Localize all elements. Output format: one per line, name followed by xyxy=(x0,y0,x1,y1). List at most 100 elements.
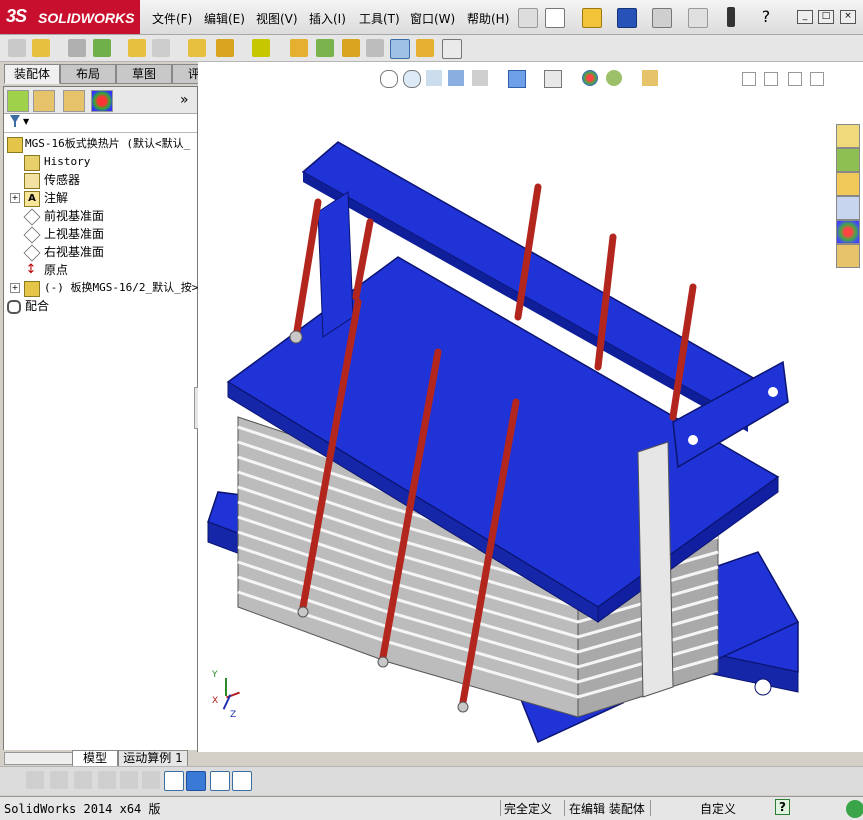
expand-toggle-icon[interactable]: + xyxy=(10,283,20,293)
menu-window[interactable]: 窗口(W) xyxy=(410,10,455,27)
title-menu-bar: 3S SOLIDWORKS 文件(F) 编辑(E) 视图(V) 插入(I) 工具… xyxy=(0,0,863,35)
two-view-horizontal-icon[interactable] xyxy=(210,771,230,791)
tab-assembly[interactable]: 装配体 xyxy=(4,64,60,84)
interference-detection-icon[interactable] xyxy=(390,39,410,59)
exploded-view-icon[interactable] xyxy=(342,39,360,57)
bill-of-materials-icon[interactable] xyxy=(316,39,334,57)
expand-toggle-icon[interactable]: + xyxy=(10,193,20,203)
design-library-icon[interactable] xyxy=(836,148,860,172)
menu-edit[interactable]: 编辑(E) xyxy=(204,10,245,27)
view-toolbar-icon-5[interactable] xyxy=(120,771,138,789)
view-toolbar-icon-4[interactable] xyxy=(98,771,116,789)
tree-item-history[interactable]: History xyxy=(4,153,197,171)
show-hidden-icon[interactable] xyxy=(188,39,206,57)
feature-manager-panel: » ▼ MGS-16板式换热片 (默认<默认_ History 传感器 + A … xyxy=(3,86,202,752)
view-palette-icon[interactable] xyxy=(836,196,860,220)
tree-item-label: 传感器 xyxy=(44,173,81,187)
status-separator xyxy=(500,800,501,816)
view-toolbar-icon-3[interactable] xyxy=(74,771,92,789)
tree-item-origin[interactable]: ↕ 原点 xyxy=(4,261,197,279)
new-motion-study-icon[interactable] xyxy=(290,39,308,57)
smart-fasteners-icon[interactable] xyxy=(128,39,146,57)
tree-item-front-plane[interactable]: 前视基准面 xyxy=(4,207,197,226)
save-icon[interactable] xyxy=(617,8,637,28)
instant3d-icon[interactable] xyxy=(442,39,462,59)
tree-item-top-plane[interactable]: 上视基准面 xyxy=(4,225,197,244)
explode-line-sketch-icon[interactable] xyxy=(366,39,384,57)
view-toolbar-icon-2[interactable] xyxy=(50,771,68,789)
menu-file[interactable]: 文件(F) xyxy=(152,10,192,27)
solidworks-logo[interactable]: 3S SOLIDWORKS xyxy=(0,0,140,34)
logo-text: SOLIDWORKS xyxy=(38,10,135,26)
menu-tools[interactable]: 工具(T) xyxy=(359,10,400,27)
solidworks-resources-icon[interactable] xyxy=(836,124,860,148)
graphics-viewport[interactable]: Y X Z xyxy=(198,62,863,752)
tab-layout[interactable]: 布局 xyxy=(60,64,116,84)
minimize-button[interactable]: _ xyxy=(797,10,813,24)
tree-item-label: History xyxy=(44,155,91,168)
help-icon[interactable]: ? xyxy=(757,8,775,26)
undo-icon[interactable] xyxy=(688,8,708,28)
custom-properties-icon[interactable] xyxy=(836,244,860,268)
chart-view-icon[interactable] xyxy=(164,771,184,791)
mates-icon xyxy=(7,300,21,314)
tab-sketch[interactable]: 草图 xyxy=(116,64,172,84)
expand-arrow-icon[interactable]: » xyxy=(180,92,189,108)
open-folder-icon[interactable] xyxy=(582,8,602,28)
tree-item-mates[interactable]: 配合 xyxy=(4,297,197,315)
move-component-icon[interactable] xyxy=(152,39,170,57)
clearance-verification-icon[interactable] xyxy=(416,39,434,57)
rod-nut xyxy=(289,330,303,344)
print-icon[interactable] xyxy=(652,8,672,28)
menu-view[interactable]: 视图(V) xyxy=(256,10,298,27)
filter-icon[interactable] xyxy=(10,115,20,127)
pin-icon[interactable] xyxy=(518,8,538,28)
two-view-vertical-icon[interactable] xyxy=(232,771,252,791)
bottom-tabs-bar: 模型 运动算例 1 xyxy=(0,750,197,767)
assembly-features-icon[interactable] xyxy=(216,39,234,57)
appearances-icon[interactable] xyxy=(836,220,860,244)
single-view-icon[interactable] xyxy=(186,771,206,791)
close-button[interactable]: × xyxy=(840,10,856,24)
status-editing-mode: 在编辑 装配体 xyxy=(569,802,645,816)
rebuild-traffic-light-icon[interactable] xyxy=(727,7,735,27)
command-tabs: 装配体 布局 草图 评估 xyxy=(0,62,230,84)
notification-icon[interactable] xyxy=(846,800,863,818)
view-toolbar-icon-1[interactable] xyxy=(26,771,44,789)
mate-icon[interactable] xyxy=(68,39,86,57)
reference-geometry-icon[interactable] xyxy=(252,39,270,57)
file-explorer-icon[interactable] xyxy=(836,172,860,196)
status-help-icon[interactable]: ? xyxy=(775,799,790,815)
configuration-manager-tab-icon[interactable] xyxy=(63,90,85,112)
insert-component-icon[interactable] xyxy=(8,39,26,57)
tree-item-subassembly[interactable]: + (-) 板换MGS-16/2_默认_按> xyxy=(4,279,198,297)
tab-motion-study-1[interactable]: 运动算例 1 xyxy=(118,750,188,767)
history-icon xyxy=(24,155,40,171)
tree-item-sensors[interactable]: 传感器 xyxy=(4,171,197,189)
menu-help[interactable]: 帮助(H) xyxy=(467,10,509,27)
feature-manager-tab-icon[interactable] xyxy=(7,90,29,112)
triad-z-label: Z xyxy=(230,710,237,720)
tree-item-annotations[interactable]: + A 注解 xyxy=(4,189,197,207)
new-part-icon[interactable] xyxy=(32,39,50,57)
tree-item-right-plane[interactable]: 右视基准面 xyxy=(4,243,197,262)
annotation-icon: A xyxy=(24,191,40,207)
new-document-icon[interactable] xyxy=(545,8,565,28)
tab-model[interactable]: 模型 xyxy=(72,750,118,767)
triad-x-label: X xyxy=(212,696,219,706)
restore-button[interactable]: □ xyxy=(818,10,834,24)
feature-manager-toolbar: » xyxy=(4,87,197,114)
property-manager-tab-icon[interactable] xyxy=(33,90,55,112)
view-toolbar-icon-6[interactable] xyxy=(142,771,160,789)
heat-exchanger-model[interactable] xyxy=(198,62,863,752)
display-manager-tab-icon[interactable] xyxy=(91,90,113,112)
tree-root-assembly[interactable]: MGS-16板式换热片 (默认<默认_ xyxy=(4,135,197,153)
filter-dropdown-icon[interactable]: ▼ xyxy=(23,117,29,126)
plane-icon xyxy=(23,244,41,262)
base-mount-hole xyxy=(754,678,772,696)
triad-y-label: Y xyxy=(212,670,218,680)
linear-pattern-icon[interactable] xyxy=(93,39,111,57)
status-separator xyxy=(650,800,651,816)
status-units[interactable]: 自定义 xyxy=(700,800,736,817)
menu-insert[interactable]: 插入(I) xyxy=(309,10,346,27)
